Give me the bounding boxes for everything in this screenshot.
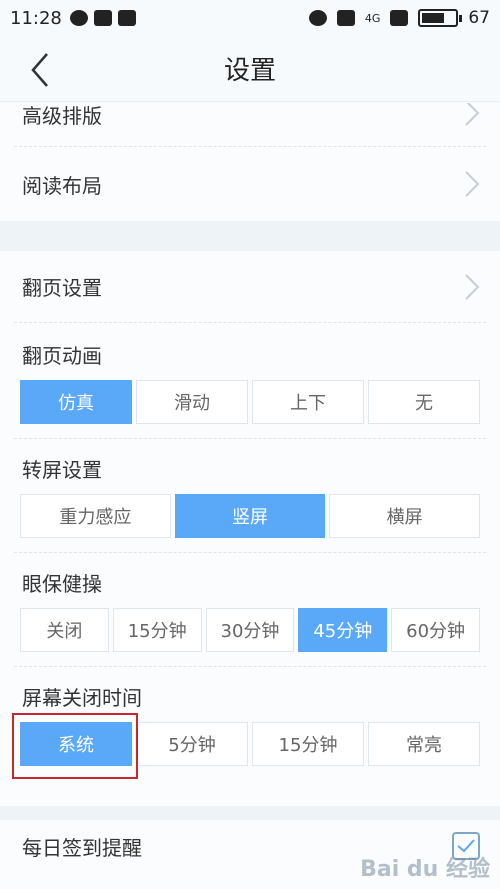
chevron-right-icon <box>464 103 480 127</box>
row-advanced-layout[interactable]: 高级排版 <box>14 103 486 147</box>
back-button[interactable] <box>22 50 58 90</box>
nav-bar: 设置 <box>0 36 500 102</box>
divider <box>14 666 486 667</box>
chevron-left-icon <box>31 53 48 87</box>
network-type: 4G <box>364 11 381 25</box>
eye-care-option[interactable]: 关闭 <box>20 608 109 652</box>
highlight-box <box>12 713 138 779</box>
eye-care-options: 关闭 15分钟 30分钟 45分钟 60分钟 <box>20 608 480 652</box>
screen-off-option[interactable]: 常亮 <box>368 722 480 766</box>
row-label: 阅读布局 <box>22 173 102 198</box>
animation-option[interactable]: 无 <box>368 380 480 424</box>
rotation-options: 重力感应 竖屏 横屏 <box>20 494 481 538</box>
eye-care-option[interactable]: 30分钟 <box>205 608 295 652</box>
eye-care-option[interactable]: 45分钟 <box>298 608 388 652</box>
screen-off-label: 屏幕关闭时间 <box>22 686 142 710</box>
row-reading-layout[interactable]: 阅读布局 <box>14 148 486 220</box>
screen-off-option[interactable]: 5分钟 <box>136 722 248 766</box>
section-gap <box>0 221 500 251</box>
rotation-option[interactable]: 竖屏 <box>174 494 326 538</box>
chevron-right-icon <box>464 170 480 198</box>
row-page-turn-settings[interactable]: 翻页设置 <box>14 251 486 323</box>
battery-icon <box>418 9 463 27</box>
chat-icon <box>69 10 88 26</box>
message-icon <box>93 10 112 26</box>
status-bar: 11:28 4G 67 <box>0 0 500 36</box>
eye-care-label: 眼保健操 <box>22 572 102 596</box>
chevron-right-icon <box>464 273 480 301</box>
rotation-option[interactable]: 重力感应 <box>20 494 171 538</box>
animation-options: 仿真 滑动 上下 无 <box>20 380 480 424</box>
animation-label: 翻页动画 <box>22 344 102 368</box>
row-label: 每日签到提醒 <box>22 835 142 860</box>
row-label: 翻页设置 <box>22 276 102 300</box>
row-label: 高级排版 <box>22 104 102 128</box>
animation-option[interactable]: 上下 <box>252 380 364 424</box>
eye-care-option[interactable]: 60分钟 <box>391 608 480 652</box>
divider <box>14 438 486 439</box>
page-title: 设置 <box>223 56 276 86</box>
watermark: Bai du 经验 <box>360 857 490 882</box>
notification-icons <box>69 10 136 26</box>
section-gap <box>0 806 500 820</box>
rotation-label: 转屏设置 <box>22 458 102 482</box>
animation-option[interactable]: 仿真 <box>20 380 132 424</box>
alarm-icon <box>308 10 327 26</box>
screen-off-option[interactable]: 15分钟 <box>252 722 364 766</box>
image-icon <box>117 10 136 26</box>
animation-option[interactable]: 滑动 <box>136 380 248 424</box>
status-time: 11:28 <box>10 7 62 29</box>
battery-percent: 67 <box>468 8 490 28</box>
divider <box>14 552 486 553</box>
eye-care-option[interactable]: 15分钟 <box>112 608 202 652</box>
rotation-option[interactable]: 横屏 <box>329 494 481 538</box>
signal-icon <box>390 10 409 26</box>
wifi-icon <box>336 10 355 26</box>
